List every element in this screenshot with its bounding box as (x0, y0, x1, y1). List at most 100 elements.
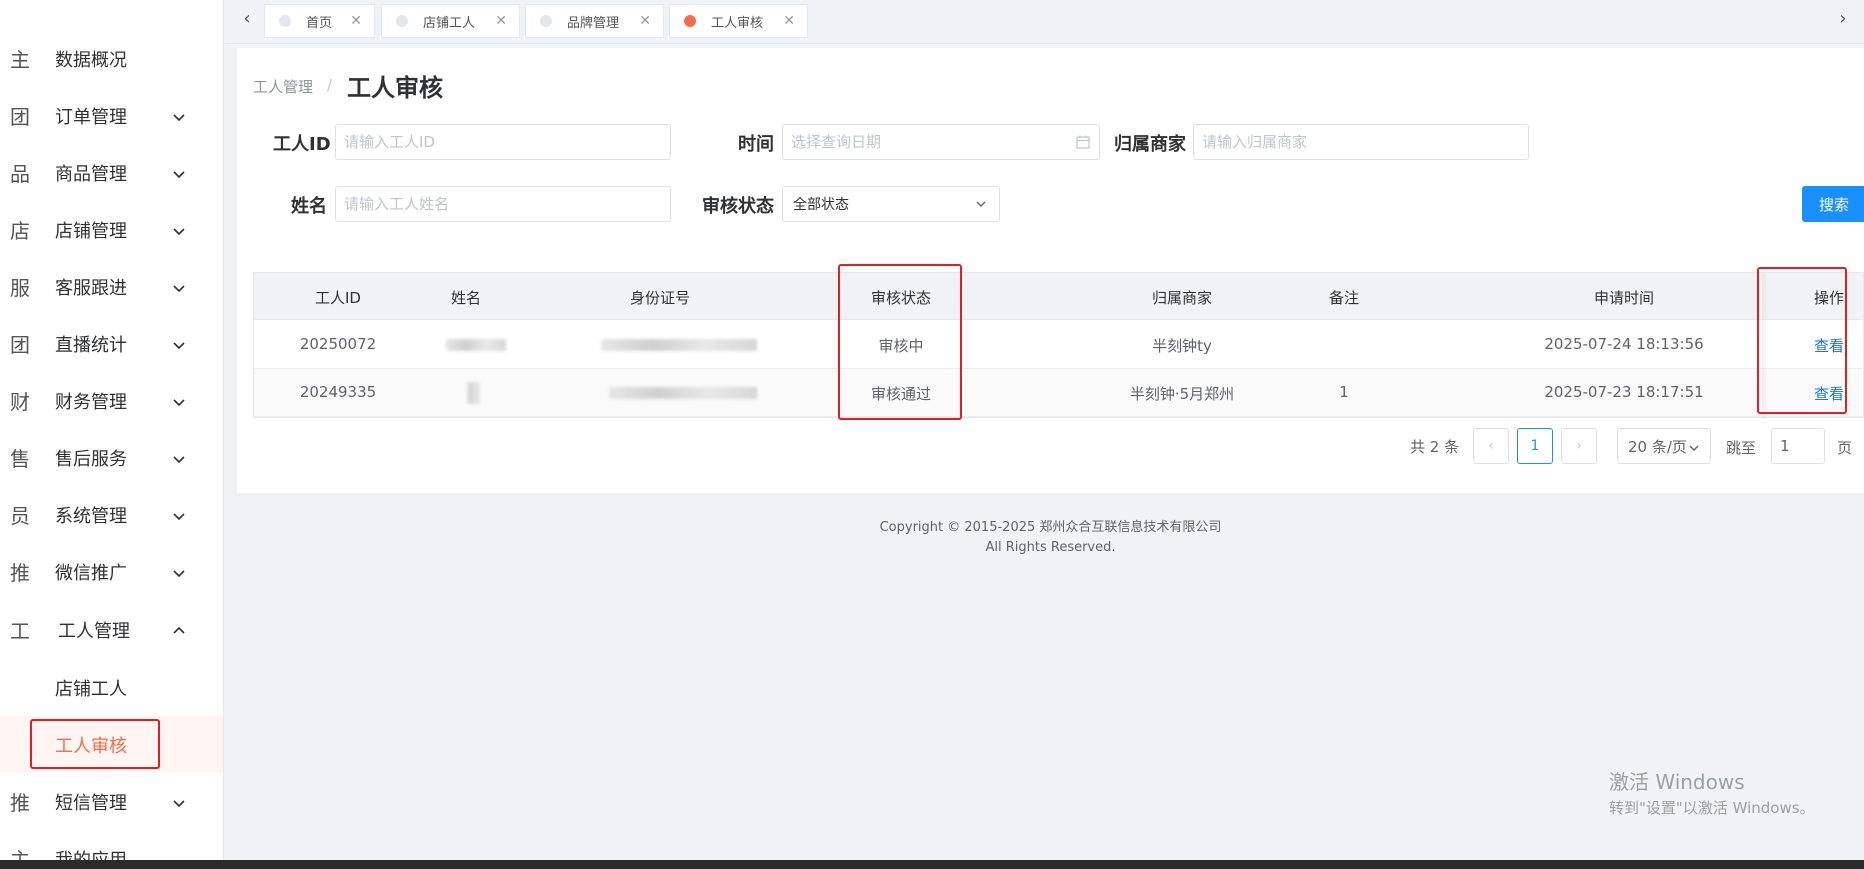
status-select-value: 全部状态 (793, 197, 849, 213)
tab-scroll-right-icon[interactable]: › (1833, 8, 1853, 29)
menu-label: 订单管理 (55, 106, 127, 128)
jump-page-input[interactable] (1771, 428, 1825, 464)
orders-icon: 团 (10, 105, 30, 129)
menu-item-live-stats[interactable]: 团 直播统计 (0, 315, 223, 372)
chevron-up-icon (172, 623, 186, 637)
menu-label: 店铺管理 (55, 220, 127, 242)
status-label: 审核状态 (702, 196, 774, 217)
column-header: 归属商家 (1151, 289, 1212, 307)
tab-label: 首页 (306, 15, 333, 31)
breadcrumb-separator: / (327, 76, 333, 94)
tab-worker-review[interactable]: 工人审核 ✕ (669, 4, 808, 38)
sidebar-subitem-worker-review[interactable]: 工人审核 (0, 716, 223, 773)
watermark-subtitle: 转到"设置"以激活 Windows。 (1609, 799, 1815, 817)
worker-id-input[interactable] (335, 124, 671, 160)
column-header: 申请时间 (1593, 289, 1654, 307)
apply-time-cell: 2025-07-23 18:17:51 (1544, 383, 1704, 401)
rights-text: All Rights Reserved. (985, 540, 1116, 555)
submenu-label: 店铺工人 (55, 678, 127, 700)
redacted-name (467, 382, 479, 404)
windows-activation-watermark: 激活 Windows 转到"设置"以激活 Windows。 (1609, 766, 1815, 818)
prev-page-button[interactable]: ‹ (1473, 428, 1509, 464)
merchant-cell: 半刻钟·5月郑州 (1129, 385, 1235, 403)
column-header: 姓名 (450, 289, 481, 307)
column-header: 操作 (1813, 289, 1844, 307)
main-panel: 工人管理 / 工人审核 工人ID 时间 归属商家 姓名 审核状态 全部状态 搜索… (237, 48, 1864, 493)
tab-label: 品牌管理 (567, 15, 620, 31)
column-header: 身份证号 (629, 289, 690, 307)
worker-id-cell: 20250072 (299, 335, 377, 353)
page-footer: Copyright © 2015-2025 郑州众合互联信息技术有限公司 All… (237, 518, 1864, 558)
redacted-name (446, 339, 506, 351)
page-suffix-label: 页 (1837, 439, 1853, 457)
tab-status-dot (540, 15, 552, 27)
worker-icon: 工 (10, 619, 30, 643)
tab-scroll-left-icon[interactable]: ‹ (237, 8, 257, 29)
chevron-down-icon (172, 394, 186, 408)
page-1-button[interactable]: 1 (1517, 428, 1553, 464)
close-icon[interactable]: ✕ (495, 13, 507, 29)
menu-item-data-overview[interactable]: 主 数据概况 (0, 30, 223, 87)
tab-status-dot (279, 15, 291, 27)
taskbar (0, 860, 1864, 869)
products-icon: 品 (10, 162, 30, 186)
close-icon[interactable]: ✕ (783, 13, 795, 29)
chevron-down-icon (172, 795, 186, 809)
menu-item-sms[interactable]: 推 短信管理 (0, 773, 223, 830)
tab-home[interactable]: 首页 ✕ (264, 4, 375, 38)
tab-status-dot (684, 15, 696, 27)
name-label: 姓名 (291, 196, 327, 217)
page-size-select[interactable]: 20 条/页 (1617, 428, 1711, 464)
calendar-icon (1075, 134, 1091, 150)
apply-time-cell: 2025-07-24 18:13:56 (1544, 335, 1704, 353)
menu-item-my-apps[interactable]: 主 我的应用 (0, 830, 223, 861)
status-select[interactable]: 全部状态 (782, 186, 1000, 222)
sidebar-subitem-store-workers[interactable]: 店铺工人 (0, 659, 223, 716)
menu-item-products[interactable]: 品 商品管理 (0, 144, 223, 201)
redacted-id-number (609, 387, 757, 399)
status-cell: 审核中 (878, 337, 924, 355)
apps-icon: 主 (10, 848, 30, 860)
table-row: 20249335 审核通过 半刻钟·5月郑州 1 2025-07-23 18:1… (254, 369, 1863, 417)
menu-label: 售后服务 (55, 448, 127, 470)
service-icon: 服 (10, 276, 30, 300)
menu-item-system[interactable]: 员 系统管理 (0, 486, 223, 543)
close-icon[interactable]: ✕ (350, 13, 362, 29)
menu-item-orders[interactable]: 团 订单管理 (0, 87, 223, 144)
watermark-title: 激活 Windows (1609, 770, 1745, 794)
date-picker-input[interactable] (782, 124, 1100, 160)
merchant-input[interactable] (1193, 124, 1529, 160)
table-header: 工人ID 姓名 身份证号 审核状态 归属商家 备注 申请时间 操作 (254, 273, 1863, 320)
chevron-down-icon (172, 166, 186, 180)
view-button[interactable]: 查看 (1799, 383, 1859, 404)
table-row: 20250072 审核中 半刻钟ty 2025-07-24 18:13:56 查… (254, 321, 1863, 369)
promo-icon: 推 (10, 561, 30, 585)
time-label: 时间 (738, 134, 774, 155)
page-size-value: 20 条/页 (1628, 437, 1687, 456)
chevron-down-icon (1688, 440, 1700, 458)
submenu-label: 工人审核 (55, 735, 127, 757)
menu-label: 我的应用 (55, 849, 127, 861)
fixed-column-shadow (1762, 273, 1768, 419)
menu-item-stores[interactable]: 店 店铺管理 (0, 201, 223, 258)
chevron-down-icon (172, 565, 186, 579)
tab-store-workers[interactable]: 店铺工人 ✕ (381, 4, 520, 38)
close-icon[interactable]: ✕ (639, 13, 651, 29)
view-button[interactable]: 查看 (1799, 335, 1859, 356)
menu-item-after-sales[interactable]: 售 售后服务 (0, 429, 223, 486)
name-input[interactable] (335, 186, 671, 222)
store-icon: 店 (10, 219, 30, 243)
menu-item-finance[interactable]: 财 财务管理 (0, 372, 223, 429)
next-page-button[interactable]: › (1561, 428, 1597, 464)
tab-brand-management[interactable]: 品牌管理 ✕ (525, 4, 664, 38)
search-button[interactable]: 搜索 (1802, 186, 1864, 222)
menu-item-wechat-promo[interactable]: 推 微信推广 (0, 543, 223, 600)
menu-item-worker-management[interactable]: 工 工人管理 (0, 601, 223, 658)
menu-label: 直播统计 (55, 334, 127, 356)
menu-item-customer-service[interactable]: 服 客服跟进 (0, 258, 223, 315)
menu-label: 客服跟进 (55, 277, 127, 299)
redacted-id-number (601, 339, 757, 351)
column-header: 工人ID (315, 289, 361, 307)
pagination-total: 共 2 条 (1410, 438, 1460, 456)
breadcrumb-parent[interactable]: 工人管理 (253, 76, 313, 97)
